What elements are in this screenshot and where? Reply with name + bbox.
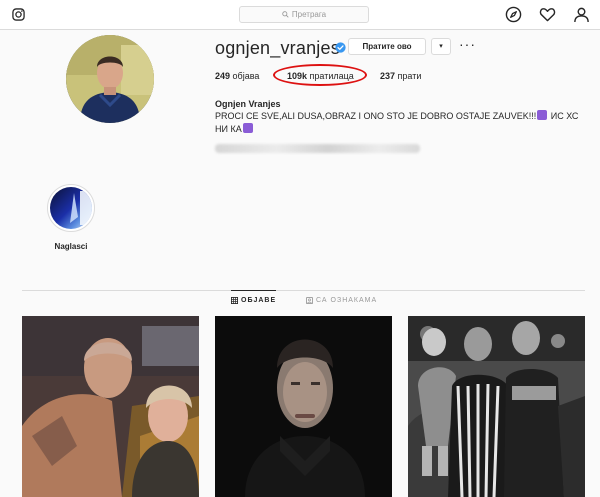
verified-badge-icon <box>335 42 346 53</box>
tabs-divider <box>22 290 585 291</box>
profile-full-name: Ognjen Vranjes <box>215 99 281 109</box>
follow-button[interactable]: Пратите ово <box>348 38 426 55</box>
following-count-value: 237 <box>380 71 396 81</box>
compass-icon[interactable] <box>505 6 522 23</box>
tab-posts[interactable]: ОБЈАВЕ <box>231 290 277 304</box>
tab-tagged-label: СА ОЗНАКАМА <box>316 297 378 304</box>
suggestions-dropdown-button[interactable]: ▾ <box>431 38 451 55</box>
search-placeholder: Претрага <box>291 10 327 19</box>
post-thumbnail[interactable] <box>408 316 585 497</box>
story-highlight-label: Naglasci <box>54 242 88 251</box>
tab-posts-label: ОБЈАВЕ <box>241 297 277 304</box>
heart-icon[interactable] <box>539 6 556 23</box>
instagram-icon[interactable] <box>12 8 25 21</box>
post-thumbnail[interactable] <box>22 316 199 497</box>
purple-emoji-icon <box>537 110 548 120</box>
person-icon[interactable] <box>573 6 590 23</box>
bio-text-line2: НИ КА <box>215 124 242 134</box>
tab-tagged[interactable]: СА ОЗНАКАМА <box>306 297 377 304</box>
bio-text-line1: PROCI CE SVE,ALI DUSA,OBRAZ I ONO STO JE… <box>215 111 537 121</box>
story-highlight-image[interactable] <box>50 187 92 229</box>
post-thumbnail[interactable] <box>215 316 392 497</box>
purple-emoji-icon <box>242 123 253 133</box>
top-nav-bar: Претрага <box>0 0 600 30</box>
posts-count-value: 249 <box>215 71 231 81</box>
tag-icon <box>306 297 313 304</box>
annotation-ring <box>273 64 367 86</box>
search-icon <box>282 11 289 18</box>
profile-bio: PROCI CE SVE,ALI DUSA,OBRAZ I ONO STO JE… <box>215 110 585 136</box>
more-options-button[interactable]: ··· <box>459 37 476 51</box>
profile-avatar[interactable] <box>66 35 154 123</box>
profile-username: ognjen_vranjes <box>215 38 340 58</box>
following-count[interactable]: 237 прати <box>380 71 421 81</box>
bio-text-line1-end: ИС ХС <box>550 111 579 121</box>
blurred-profile-link[interactable] <box>215 144 420 153</box>
following-count-label: прати <box>397 71 422 81</box>
grid-icon <box>231 297 238 304</box>
posts-count: 249 објава <box>215 71 259 81</box>
posts-count-label: објава <box>232 71 260 81</box>
search-input[interactable]: Претрага <box>239 6 369 23</box>
